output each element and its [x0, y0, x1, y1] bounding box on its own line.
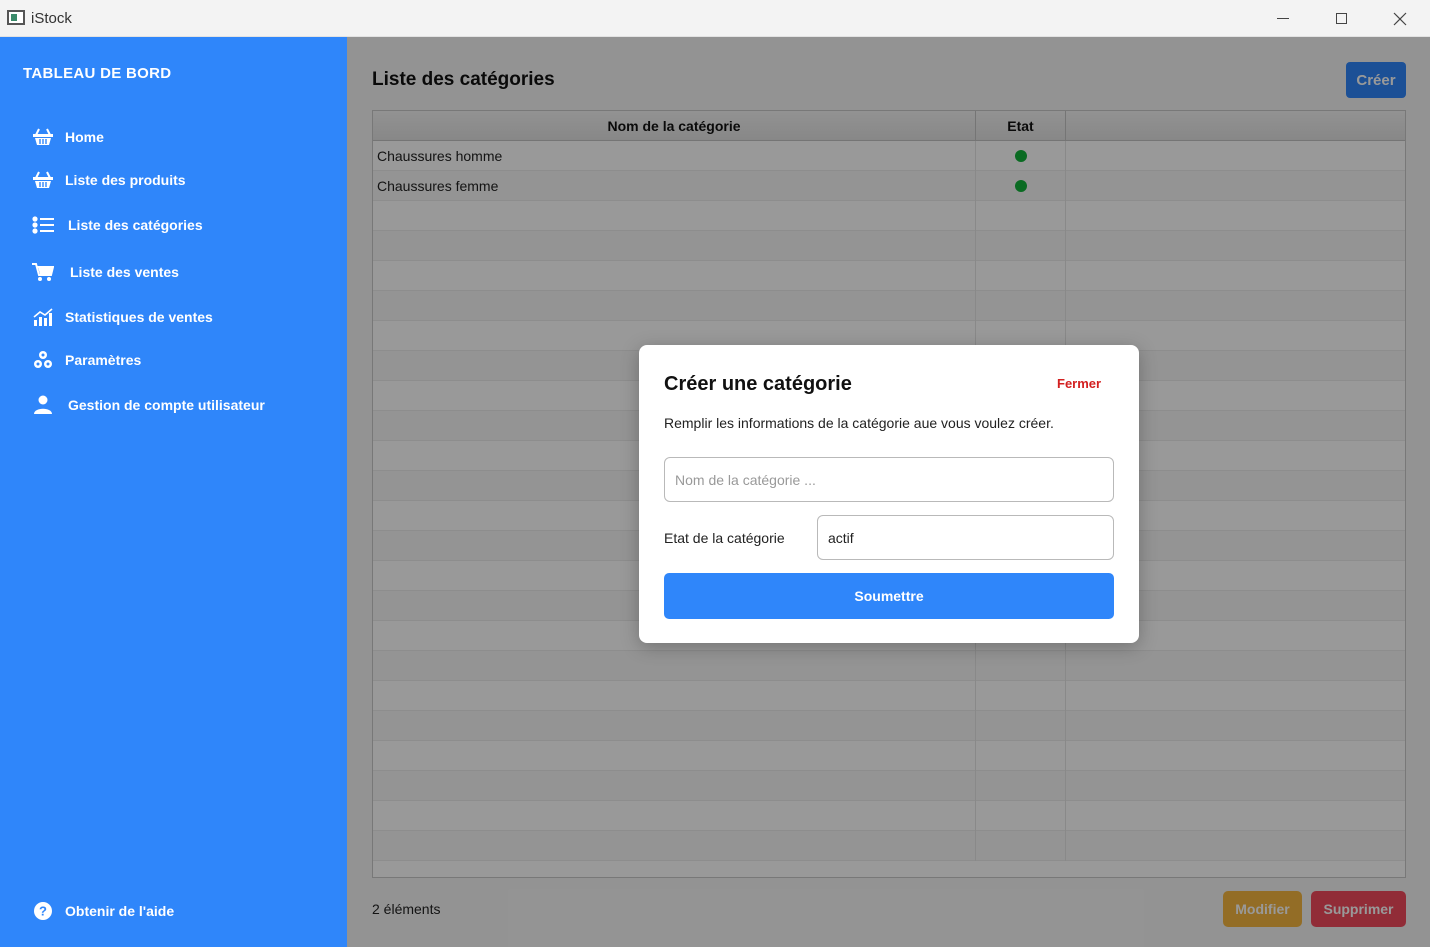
list-icon [32, 214, 54, 236]
minimize-button[interactable] [1254, 0, 1312, 37]
chart-icon [32, 306, 54, 328]
sidebar-item-label: Liste des catégories [68, 217, 203, 233]
sidebar-item-label: Liste des ventes [70, 264, 179, 280]
help-icon: ? [32, 900, 54, 922]
sidebar-item-account[interactable]: Gestion de compte utilisateur [32, 392, 265, 418]
cogs-icon [32, 349, 54, 371]
dialog-title: Créer une catégorie [664, 373, 852, 395]
sidebar-item-sales[interactable]: Liste des ventes [32, 259, 179, 285]
sidebar-item-help[interactable]: ? Obtenir de l'aide [32, 898, 174, 924]
category-state-label: Etat de la catégorie [664, 530, 785, 546]
minimize-icon [1277, 18, 1289, 19]
submit-button[interactable]: Soumettre [664, 573, 1114, 619]
sidebar-item-products[interactable]: Liste des produits [32, 167, 186, 193]
svg-text:?: ? [39, 904, 47, 919]
dialog-description: Remplir les informations de la catégorie… [664, 415, 1054, 431]
sidebar-item-label: Statistiques de ventes [65, 309, 213, 325]
close-icon [1393, 12, 1407, 25]
sidebar-item-statistics[interactable]: Statistiques de ventes [32, 304, 213, 330]
close-window-button[interactable] [1371, 0, 1429, 37]
sidebar: TABLEAU DE BORD Home Liste des produits … [0, 37, 347, 947]
maximize-button[interactable] [1312, 0, 1370, 37]
sidebar-item-categories[interactable]: Liste des catégories [32, 212, 203, 238]
window-title: iStock [31, 10, 72, 27]
cart-icon [32, 261, 54, 283]
category-name-input[interactable] [664, 457, 1114, 502]
maximize-icon [1335, 13, 1347, 24]
sidebar-brand: TABLEAU DE BORD [23, 65, 172, 82]
window-titlebar: iStock [0, 0, 1430, 37]
close-dialog-button[interactable]: Fermer [1057, 376, 1101, 391]
basket-icon [32, 169, 54, 191]
category-state-input[interactable] [817, 515, 1114, 560]
create-category-dialog: Créer une catégorie Fermer Remplir les i… [639, 345, 1139, 643]
sidebar-item-label: Obtenir de l'aide [65, 903, 175, 919]
sidebar-item-settings[interactable]: Paramètres [32, 347, 141, 373]
sidebar-item-label: Home [65, 129, 104, 145]
basket-icon [32, 126, 54, 148]
sidebar-item-label: Gestion de compte utilisateur [68, 397, 265, 413]
sidebar-item-label: Paramètres [65, 352, 142, 368]
user-icon [32, 394, 54, 416]
sidebar-item-label: Liste des produits [65, 172, 186, 188]
app-icon [7, 10, 25, 25]
sidebar-item-home[interactable]: Home [32, 124, 104, 150]
